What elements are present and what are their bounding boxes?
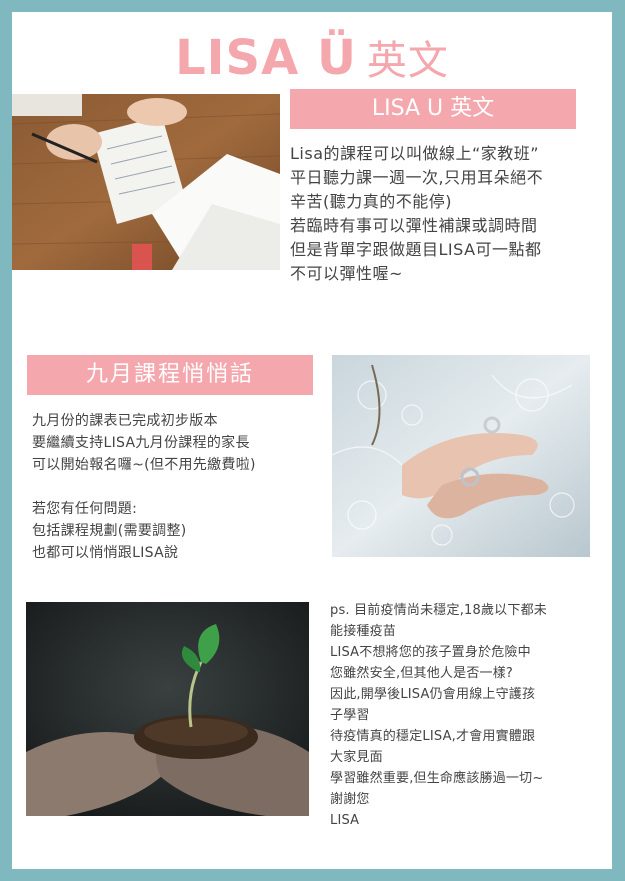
text-line: 子學習 <box>330 708 370 723</box>
flyer-page: LISA Ü 英文 LISA U 英文 Lisa的課程可以叫做線上“家教班” 平… <box>12 12 612 869</box>
text-line: 包括課程規劃(需要調整) <box>32 523 187 539</box>
text-line: 要繼續支持LISA九月份課程的家長 <box>32 435 250 451</box>
text-line: 若臨時有事可以彈性補課或調時間 <box>290 216 538 235</box>
text-line: LISA <box>330 813 360 828</box>
title-latin: LISA Ü <box>175 30 357 86</box>
text-line: 大家見面 <box>330 750 383 765</box>
section2-text: 九月份的課表已完成初步版本 要繼續支持LISA九月份課程的家長 可以開始報名囉~… <box>32 410 256 564</box>
section2-heading: 九月課程悄悄話 <box>27 355 313 395</box>
photo-seedling-hands <box>26 602 309 816</box>
text-line: 您雖然安全,但其他人是否一樣? <box>330 666 514 681</box>
text-line: LISA不想將您的孩子置身於危險中 <box>330 645 531 660</box>
text-line: 待疫情真的穩定LISA,才會用實體跟 <box>330 729 536 744</box>
text-line: 辛苦(聽力真的不能停) <box>290 192 452 211</box>
text-line: 但是背單字跟做題目LISA可一點都 <box>290 240 542 259</box>
section1-heading: LISA U 英文 <box>290 89 576 129</box>
text-line: 能接種疫苗 <box>330 624 397 639</box>
text-line: 不可以彈性喔~ <box>290 264 403 283</box>
text-line: 學習雖然重要,但生命應該勝過一切~ <box>330 771 544 786</box>
photo-writing-desk <box>12 94 280 270</box>
photo-hands-rings <box>332 355 590 557</box>
text-line <box>32 476 256 498</box>
text-line: 若您有任何問題: <box>32 501 138 517</box>
section3-text: ps. 目前疫情尚未穩定,18歲以下都未 能接種疫苗 LISA不想將您的孩子置身… <box>330 600 547 831</box>
title-chinese: 英文 <box>366 38 449 84</box>
text-line: 平日聽力課一週一次,只用耳朵絕不 <box>290 168 544 187</box>
text-line: 也都可以悄悄跟LISA說 <box>32 545 179 561</box>
text-line: 謝謝您 <box>330 792 370 807</box>
text-line: 因此,開學後LISA仍會用線上守護孩 <box>330 687 536 702</box>
text-line: ps. 目前疫情尚未穩定,18歲以下都未 <box>330 603 547 618</box>
page-title: LISA Ü 英文 <box>12 30 612 89</box>
text-line: 九月份的課表已完成初步版本 <box>32 413 218 429</box>
text-line: Lisa的課程可以叫做線上“家教班” <box>290 144 540 163</box>
section1-text: Lisa的課程可以叫做線上“家教班” 平日聽力課一週一次,只用耳朵絕不 辛苦(聽… <box>290 142 543 286</box>
text-line: 可以開始報名囉~(但不用先繳費啦) <box>32 457 256 473</box>
